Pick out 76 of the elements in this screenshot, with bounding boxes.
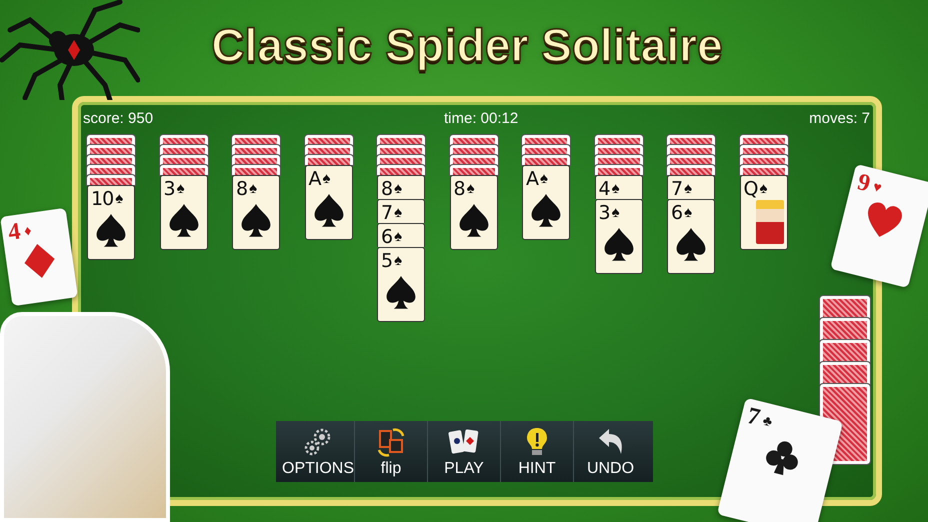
playing-card[interactable]: A♠ bbox=[522, 165, 570, 240]
card-back[interactable] bbox=[232, 165, 280, 175]
spade-icon bbox=[240, 202, 272, 238]
flip-icon bbox=[375, 426, 407, 458]
playing-card[interactable]: 5♠ bbox=[377, 247, 425, 322]
card-back[interactable] bbox=[87, 165, 135, 175]
card-back[interactable] bbox=[87, 175, 135, 185]
playing-card[interactable]: 8♠ bbox=[377, 175, 425, 199]
spider-icon bbox=[0, 0, 140, 100]
playing-card[interactable]: 7♠ bbox=[377, 199, 425, 223]
card-back[interactable] bbox=[87, 135, 135, 145]
card-back[interactable] bbox=[87, 155, 135, 165]
card-back[interactable] bbox=[450, 145, 498, 155]
game-title: Classic Spider Solitaire bbox=[210, 18, 723, 72]
card-back[interactable] bbox=[87, 145, 135, 155]
playing-card[interactable]: 7♠ bbox=[667, 175, 715, 199]
card-back[interactable] bbox=[377, 155, 425, 165]
playing-card[interactable]: 6♠ bbox=[667, 199, 715, 274]
card-back[interactable] bbox=[232, 155, 280, 165]
card-back[interactable] bbox=[232, 145, 280, 155]
card-back[interactable] bbox=[740, 155, 788, 165]
card-back[interactable] bbox=[740, 135, 788, 145]
card-back[interactable] bbox=[740, 145, 788, 155]
playing-card: 4 ♦ bbox=[0, 208, 78, 306]
card-back[interactable] bbox=[594, 135, 642, 145]
card-back[interactable] bbox=[522, 145, 570, 155]
toolbar-button[interactable]: UNDO bbox=[574, 421, 647, 482]
card-back[interactable] bbox=[377, 135, 425, 145]
spade-icon bbox=[530, 192, 562, 228]
playing-card[interactable]: 8♠ bbox=[450, 175, 498, 250]
card-back[interactable] bbox=[522, 155, 570, 165]
card-back[interactable] bbox=[594, 155, 642, 165]
playing-card[interactable]: Q♠ bbox=[740, 175, 788, 250]
card-back[interactable] bbox=[304, 155, 352, 165]
spade-icon bbox=[95, 212, 127, 248]
spade-icon bbox=[675, 226, 707, 262]
card-back[interactable] bbox=[232, 135, 280, 145]
score-label: score: 950 bbox=[83, 110, 154, 127]
card-back[interactable] bbox=[450, 165, 498, 175]
card-back[interactable] bbox=[667, 145, 715, 155]
card-back[interactable] bbox=[160, 155, 208, 165]
queen-illustration bbox=[756, 200, 784, 244]
card-back[interactable] bbox=[667, 155, 715, 165]
card-back[interactable] bbox=[522, 135, 570, 145]
playing-card[interactable]: 6♠ bbox=[377, 223, 425, 247]
time-label: time: 00:12 bbox=[444, 110, 518, 127]
card-back[interactable] bbox=[304, 135, 352, 145]
card-back[interactable] bbox=[667, 135, 715, 145]
playing-card[interactable]: 4♠ bbox=[594, 175, 642, 199]
toolbar-button[interactable]: OPTIONS bbox=[282, 421, 355, 482]
toolbar-button[interactable]: PLAY bbox=[428, 421, 501, 482]
spade-icon bbox=[168, 202, 200, 238]
card-back[interactable] bbox=[160, 165, 208, 175]
playing-card[interactable]: 3♠ bbox=[160, 175, 208, 250]
card-back[interactable] bbox=[304, 145, 352, 155]
card-back[interactable] bbox=[450, 155, 498, 165]
card-back[interactable] bbox=[450, 135, 498, 145]
spade-icon bbox=[312, 192, 344, 228]
spade-icon bbox=[602, 226, 634, 262]
toolbar-button[interactable]: HINT bbox=[501, 421, 574, 482]
card-back[interactable] bbox=[594, 165, 642, 175]
moves-label: moves: 7 bbox=[809, 110, 870, 127]
playing-card[interactable]: A♠ bbox=[304, 165, 352, 240]
playing-card[interactable]: 8♠ bbox=[232, 175, 280, 250]
card-back[interactable] bbox=[160, 135, 208, 145]
playing-card[interactable]: 3♠ bbox=[594, 199, 642, 274]
spade-icon bbox=[458, 202, 490, 238]
card-back[interactable] bbox=[160, 145, 208, 155]
card-back[interactable] bbox=[667, 165, 715, 175]
card-back[interactable] bbox=[594, 145, 642, 155]
card-back[interactable] bbox=[740, 165, 788, 175]
card-back[interactable] bbox=[377, 165, 425, 175]
playing-card[interactable]: 10♠ bbox=[87, 185, 135, 260]
toolbar-button[interactable]: flip bbox=[355, 421, 428, 482]
spade-icon bbox=[385, 274, 417, 310]
card-back[interactable] bbox=[377, 145, 425, 155]
